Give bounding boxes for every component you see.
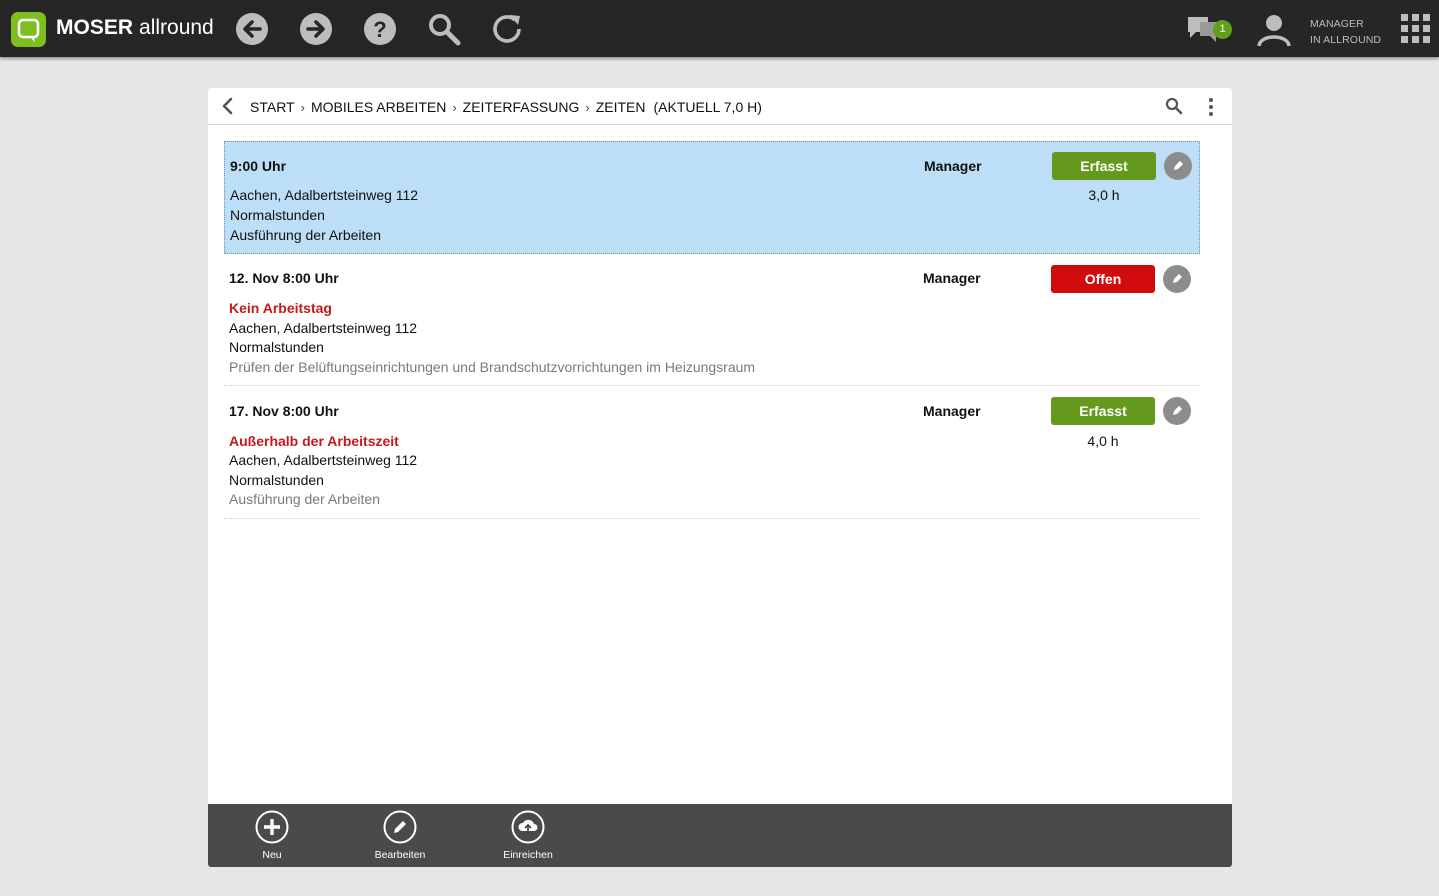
submit-button[interactable]: Einreichen [488, 810, 568, 866]
app-logo-icon[interactable] [11, 12, 46, 47]
main-panel: START › MOBILES ARBEITEN › ZEITERFASSUNG › ZEI… [208, 88, 1232, 867]
edit-button[interactable]: Bearbeiten [360, 810, 440, 866]
help-icon[interactable]: ? [363, 12, 397, 46]
refresh-icon[interactable] [491, 12, 525, 46]
entry-hours: 4,0 h [1087, 433, 1119, 449]
svg-text:?: ? [373, 17, 386, 42]
user-context: IN ALLROUND [1310, 34, 1382, 46]
breadcrumb-item-zeiterfassung[interactable]: ZEITERFASSUNG [463, 99, 580, 115]
breadcrumb-separator: › [585, 100, 590, 115]
back-arrow-icon[interactable] [235, 12, 269, 46]
status-badge: Erfasst [1051, 397, 1155, 425]
pencil-circle-icon [383, 810, 417, 844]
pencil-icon [1173, 274, 1182, 283]
user-role: MANAGER [1310, 18, 1364, 30]
top-bar: MOSER allround ? 1 MANAGER IN ALLROUND [0, 0, 1439, 57]
entry-warning: Kein Arbeitstag [229, 300, 332, 316]
time-entry-row[interactable]: 9:00 Uhr Manager Erfasst 3,0 h Aachen, A… [224, 141, 1200, 254]
entry-employee: Manager [924, 158, 982, 174]
edit-entry-button[interactable] [1163, 265, 1191, 293]
entry-time: 9:00 Uhr [230, 158, 287, 174]
plus-circle-icon [255, 810, 289, 844]
pencil-icon [1174, 161, 1183, 170]
new-button-label: Neu [262, 849, 282, 861]
entry-warning: Außerhalb der Arbeitszeit [229, 433, 399, 449]
time-entry-row[interactable]: 17. Nov 8:00 Uhr Manager Erfasst 4,0 h A… [224, 386, 1200, 519]
breadcrumb-item-mobiles-arbeiten[interactable]: MOBILES ARBEITEN [311, 99, 446, 115]
time-entry-row[interactable]: 12. Nov 8:00 Uhr Manager Offen Kein Arbe… [224, 254, 1200, 386]
entry-description: Ausführung der Arbeiten [229, 491, 380, 507]
edit-entry-button[interactable] [1164, 152, 1192, 180]
app-grid-icon[interactable] [1401, 14, 1431, 44]
new-button[interactable]: Neu [232, 810, 312, 866]
submit-button-label: Einreichen [503, 849, 553, 861]
breadcrumb-total-hours: (AKTUELL 7,0 H) [653, 99, 762, 115]
breadcrumb-item-start[interactable]: START [250, 99, 295, 115]
entry-hour-type: Normalstunden [229, 339, 324, 355]
user-avatar-icon[interactable] [1256, 12, 1292, 48]
breadcrumb: START › MOBILES ARBEITEN › ZEITERFASSUNG › ZEI… [250, 99, 762, 115]
pencil-icon [1173, 406, 1182, 415]
brand-bold: MOSER [56, 16, 134, 39]
entry-location: Aachen, Adalbertsteinweg 112 [229, 320, 418, 336]
edit-button-label: Bearbeiten [374, 849, 426, 861]
entry-time: 12. Nov 8:00 Uhr [229, 270, 339, 286]
forward-arrow-icon[interactable] [299, 12, 333, 46]
search-icon[interactable] [427, 12, 461, 46]
entry-description: Ausführung der Arbeiten [230, 227, 381, 243]
entry-employee: Manager [923, 403, 981, 419]
app-brand: MOSER allround [56, 16, 214, 40]
entry-location: Aachen, Adalbertsteinweg 112 [229, 452, 418, 468]
edit-entry-button[interactable] [1163, 397, 1191, 425]
cloud-upload-icon [511, 810, 545, 844]
entry-description: Prüfen der Belüftungseinrichtungen und B… [229, 359, 756, 375]
breadcrumb-separator: › [300, 100, 305, 115]
entry-hour-type: Normalstunden [230, 207, 325, 223]
breadcrumb-bar: START › MOBILES ARBEITEN › ZEITERFASSUNG › ZEI… [208, 88, 1232, 125]
status-badge: Erfasst [1052, 152, 1156, 180]
bottom-toolbar: Neu Bearbeiten Einreichen [208, 804, 1232, 867]
status-badge: Offen [1051, 265, 1155, 293]
panel-search-icon[interactable] [1165, 97, 1183, 115]
entry-hour-type: Normalstunden [229, 472, 324, 488]
chevron-left-icon[interactable] [221, 97, 235, 115]
more-options-icon[interactable] [1206, 97, 1216, 117]
messages-badge: 1 [1213, 20, 1232, 39]
breadcrumb-separator: › [452, 100, 457, 115]
user-info[interactable]: MANAGER IN ALLROUND [1310, 16, 1381, 48]
entry-hours: 3,0 h [1088, 187, 1120, 203]
entry-location: Aachen, Adalbertsteinweg 112 [230, 187, 419, 203]
breadcrumb-item-zeiten: ZEITEN [595, 99, 646, 115]
entry-employee: Manager [923, 270, 981, 286]
entry-time: 17. Nov 8:00 Uhr [229, 403, 339, 419]
brand-light: allround [139, 16, 214, 39]
